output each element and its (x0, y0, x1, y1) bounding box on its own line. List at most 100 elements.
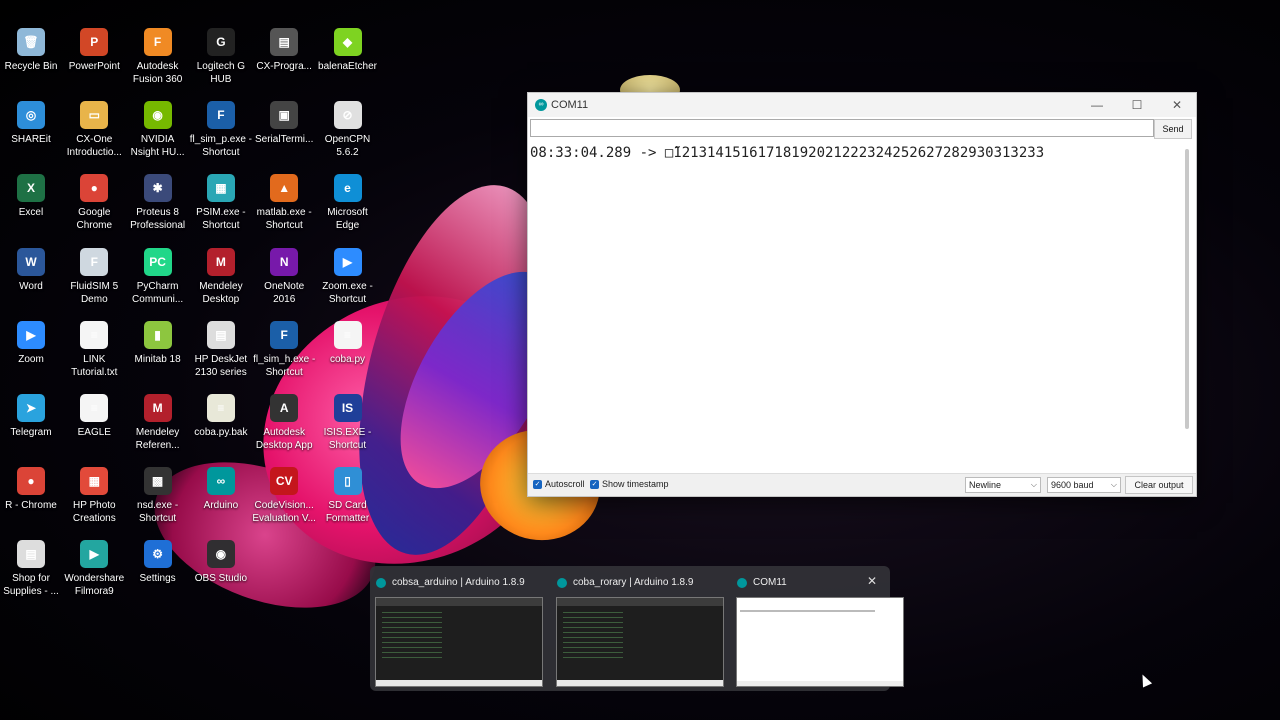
desktop-icon[interactable]: ▲ matlab.exe - Shortcut (250, 174, 318, 232)
checkmark-icon: ✓ (533, 479, 542, 489)
arduino-icon (376, 577, 386, 588)
desktop-icon[interactable]: ➤ Telegram (0, 394, 65, 439)
desktop-icon[interactable]: PC PyCharm Communi... (124, 247, 192, 306)
checkmark-icon: ✓ (590, 479, 599, 489)
desktop-icon[interactable]: F FluidSIM 5 Demo (60, 247, 128, 306)
desktop-icon[interactable]: ✱ Proteus 8 Professional (124, 174, 192, 232)
title-bar[interactable]: ∞ COM11 — ☐ ✕ (528, 93, 1196, 117)
desktop-icon[interactable]: G Logitech G HUB (187, 28, 255, 86)
desktop-icon-label: ISIS.EXE - Shortcut (323, 427, 372, 451)
desktop-icon[interactable]: N OneNote 2016 (250, 247, 318, 306)
recycle-bin-icon: 🗑 (17, 28, 45, 56)
desktop-icon[interactable]: ▦ PSIM.exe - Shortcut (187, 174, 255, 232)
shop-icon: ▤ (17, 540, 45, 569)
desktop-icon[interactable]: ▯ SD Card Formatter (314, 467, 382, 525)
vertical-scrollbar[interactable] (1185, 149, 1189, 429)
codevision-icon: CV (270, 467, 299, 496)
maximize-button[interactable]: ☐ (1124, 96, 1150, 114)
status-bar: ✓ Autoscroll ✓ Show timestamp Newline ⌵ … (528, 473, 1196, 496)
desktop-icon-label: balenaEtcher (318, 61, 377, 72)
opencpn-icon: ⊘ (333, 101, 362, 130)
thumbnail-com11[interactable]: COM11 (731, 571, 1153, 688)
chrome-icon: ● (80, 174, 109, 203)
minimize-button[interactable]: — (1084, 96, 1110, 114)
serial-monitor-window: ∞ COM11 — ☐ ✕ Send 08:33:04.289 -> □̃121… (527, 92, 1197, 497)
desktop-icon[interactable]: ● Google Chrome (60, 174, 128, 232)
desktop-icon[interactable]: W Word (0, 247, 65, 293)
edge-icon: e (333, 174, 362, 203)
desktop-icon[interactable]: ≡ coba.py.bak (187, 394, 255, 439)
thumbnail-arduino-cobsa[interactable]: cobsa_arduino | Arduino 1.8.9 (370, 571, 543, 687)
desktop-icon[interactable]: ▭ CX-One Introductio... (60, 101, 128, 159)
baud-rate-select[interactable]: 9600 baud ⌵ (1047, 477, 1121, 493)
mendeley-icon: M (206, 247, 235, 276)
desktop-icon[interactable]: ▦ HP Photo Creations (60, 467, 128, 525)
desktop-icon[interactable]: ▶ Wondershare Filmora9 (60, 540, 128, 598)
desktop-icon-label: fl_sim_h.exe - Shortcut (253, 353, 316, 378)
desktop-icon[interactable]: P PowerPoint (60, 28, 128, 73)
desktop-icon[interactable]: ≡ LINK Tutorial.txt (60, 320, 128, 379)
desktop-icon[interactable]: M Mendeley Desktop (187, 247, 255, 306)
text-file-icon: ≡ (80, 320, 109, 349)
desktop-icon[interactable]: ◉ NVIDIA Nsight HU... (124, 101, 192, 159)
minitab-icon: ▮ (143, 320, 172, 349)
desktop-icon[interactable]: e Microsoft Edge (314, 174, 382, 232)
chevron-down-icon: ⌵ (1030, 480, 1037, 489)
logitech-g-hub-icon: G (206, 28, 235, 56)
desktop-icon-label: PSIM.exe - Shortcut (196, 207, 246, 232)
desktop-icon[interactable]: ≡ coba.py (314, 320, 382, 366)
desktop-icon[interactable]: X Excel (0, 174, 65, 219)
desktop-icon[interactable]: Ffl_sim_p.exe - Shortcut (187, 101, 255, 159)
serial-output: 08:33:04.289 -> □̃1213141516171819202122… (528, 141, 1187, 479)
desktop-icon[interactable]: CV CodeVision... Evaluation V... (250, 467, 318, 525)
desktop-icon[interactable]: ▣ SerialTermi... (250, 101, 318, 146)
desktop-icon-label: Logitech G HUB (196, 61, 246, 85)
matlab-icon: ▲ (270, 174, 299, 203)
desktop-icon[interactable]: ⚙ Settings (124, 540, 192, 585)
line-ending-select[interactable]: Newline ⌵ (965, 477, 1041, 493)
desktop-icon[interactable]: ▤ Shop for Supplies - ... (0, 540, 65, 598)
desktop-icon[interactable]: ▶ Zoom.exe - Shortcut (314, 247, 382, 306)
festo-icon: F (270, 320, 299, 349)
desktop-icon[interactable]: IS ISIS.EXE - Shortcut (314, 394, 382, 452)
clear-output-button[interactable]: Clear output (1125, 476, 1193, 494)
autoscroll-checkbox[interactable]: ✓ Autoscroll (533, 479, 585, 489)
desktop-icon[interactable]: ◆ balenaEtcher (314, 28, 382, 73)
chrome-app-icon: ● (17, 467, 45, 496)
thumbnail-title: cobsa_arduino | Arduino 1.8.9 (392, 577, 525, 588)
desktop-icon[interactable]: Ffl_sim_h.exe - Shortcut (250, 320, 318, 379)
desktop-icon-label: Telegram (10, 427, 52, 438)
desktop-icon[interactable]: ▤ HP DeskJet 2130 series (187, 320, 255, 379)
thumbnail-arduino-coba-rorary[interactable]: coba_rorary | Arduino 1.8.9 (551, 571, 724, 687)
desktop-icon-label: R - Chrome (5, 500, 57, 512)
window-title: COM11 (551, 99, 589, 111)
desktop-icon[interactable]: ● R - Chrome (0, 467, 65, 512)
desktop-icon[interactable]: ∞ Arduino (187, 467, 255, 512)
send-button[interactable]: Send (1154, 119, 1192, 139)
thumbnail-title: coba_rorary | Arduino 1.8.9 (573, 577, 694, 588)
close-button[interactable]: ✕ (1164, 96, 1190, 114)
desktop-icon-label: NVIDIA Nsight HU... (130, 134, 185, 159)
show-timestamp-checkbox[interactable]: ✓ Show timestamp (590, 479, 669, 489)
desktop-icon[interactable]: M Mendeley Referen... (124, 394, 192, 452)
desktop-icon[interactable]: ▩ nsd.exe - Shortcut (124, 467, 192, 525)
desktop-icon[interactable]: 🗑 Recycle Bin (0, 28, 65, 73)
arduino-icon: ∞ (535, 99, 547, 111)
desktop-icon[interactable]: ▶ Zoom (0, 320, 65, 366)
desktop-icon[interactable]: A Autodesk Desktop App (250, 394, 318, 452)
desktop-icon-label: SerialTermi... (255, 134, 314, 146)
close-icon[interactable]: ✕ (867, 574, 877, 588)
desktop-icon-label: OpenCPN 5.6.2 (324, 134, 371, 159)
desktop-icon[interactable]: ≡ EAGLE (60, 394, 128, 439)
fusion-360-icon: F (143, 28, 172, 56)
desktop-icon[interactable]: ⊘ OpenCPN 5.6.2 (314, 101, 382, 159)
autodesk-icon: A (270, 394, 299, 422)
desktop-icon[interactable]: ◎ SHAREit (0, 101, 65, 146)
desktop-icon[interactable]: F Autodesk Fusion 360 (124, 28, 192, 86)
desktop-icon[interactable]: ▤ CX-Progra... (250, 28, 318, 73)
backup-file-icon: ≡ (206, 394, 235, 422)
serial-input[interactable] (530, 119, 1154, 137)
mouse-cursor-icon (1137, 672, 1153, 688)
desktop-icon[interactable]: ▮ Minitab 18 (124, 320, 192, 366)
desktop-icon[interactable]: ◉ OBS Studio (187, 540, 255, 585)
